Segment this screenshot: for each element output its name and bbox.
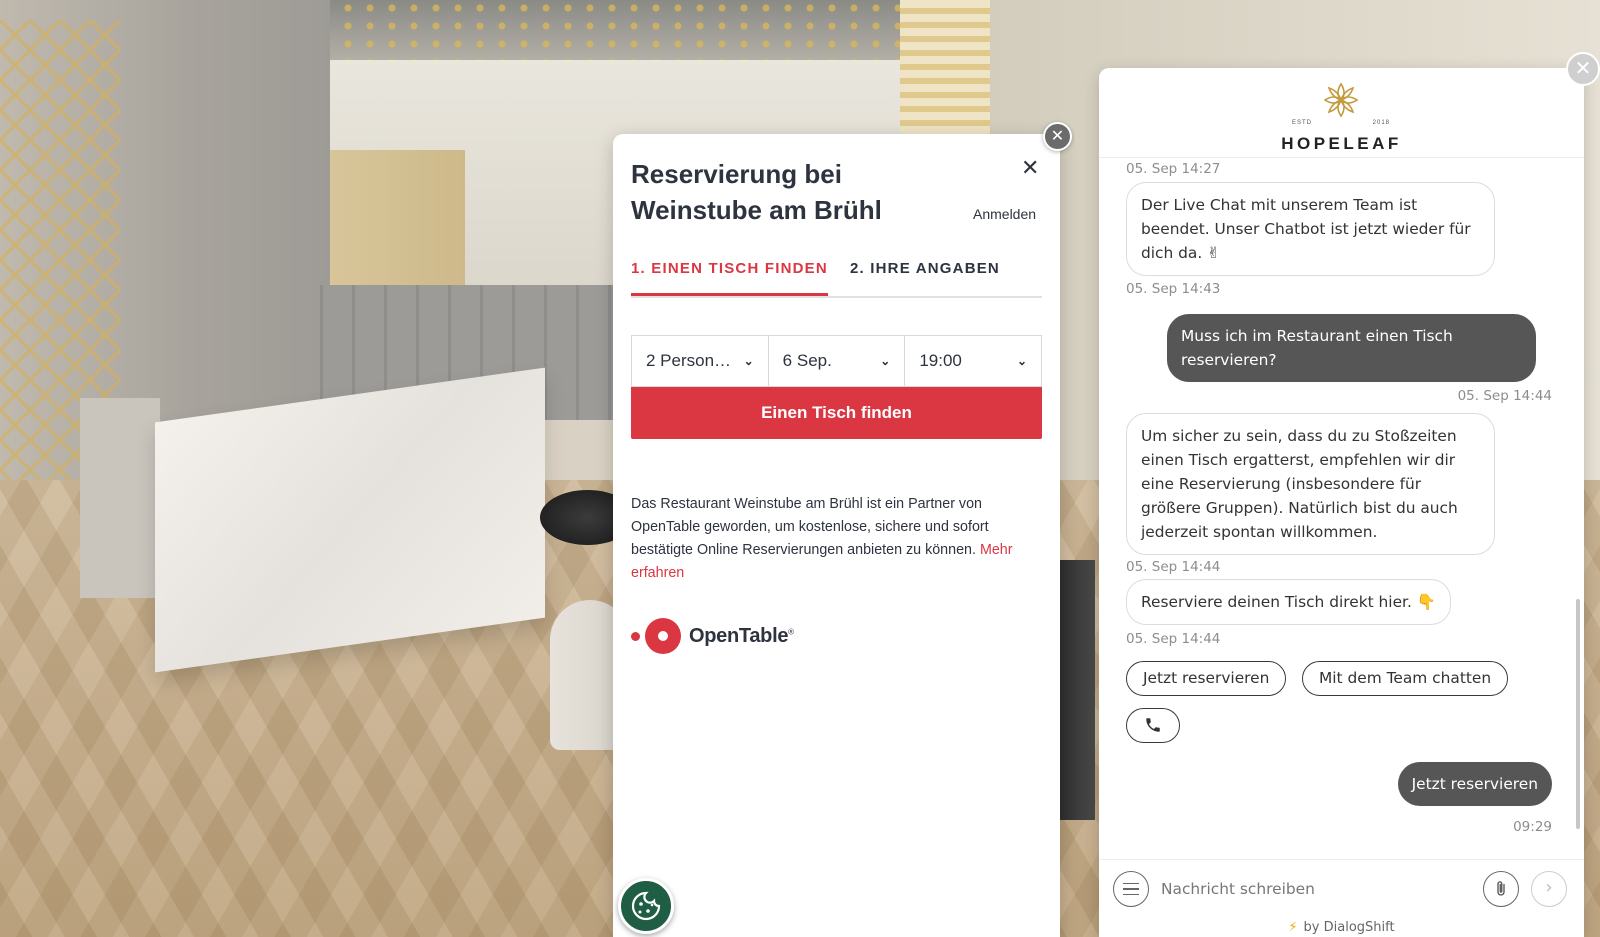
message-timestamp: 09:29	[1513, 819, 1552, 835]
message-timestamp: 05. Sep 14:27	[1126, 161, 1221, 177]
opentable-logo: OpenTable®	[631, 616, 794, 656]
attach-button[interactable]	[1483, 871, 1519, 907]
reservation-title: Reservierung bei Weinstube am Brühl	[631, 159, 882, 225]
find-table-button[interactable]: Einen Tisch finden	[631, 387, 1042, 439]
chair-leg	[1055, 560, 1095, 820]
paperclip-icon	[1497, 881, 1505, 896]
close-icon: ✕	[1574, 56, 1592, 80]
menu-icon	[1123, 882, 1139, 885]
date-select[interactable]: 6 Sep. ⌄	[769, 336, 906, 386]
quick-reply-call[interactable]	[1126, 708, 1180, 743]
party-size-select[interactable]: 2 Person… ⌄	[632, 336, 769, 386]
partner-info-text: Das Restaurant Weinstube am Brühl ist ei…	[631, 496, 989, 558]
reservation-selectors: 2 Person… ⌄ 6 Sep. ⌄ 19:00 ⌄	[631, 335, 1042, 387]
opentable-wordmark: OpenTable®	[689, 624, 794, 647]
date-value: 6 Sep.	[782, 351, 832, 370]
user-message: Jetzt reservieren	[1397, 762, 1552, 806]
quick-reply-team-chat[interactable]: Mit dem Team chatten	[1302, 661, 1509, 696]
quick-reply-reserve[interactable]: Jetzt reservieren	[1126, 661, 1287, 696]
time-select[interactable]: 19:00 ⌄	[905, 336, 1041, 386]
send-button[interactable]: ›	[1531, 871, 1567, 907]
bot-message: Um sicher zu sein, dass du zu Stoßzeiten…	[1126, 413, 1495, 555]
opentable-dot-icon	[631, 631, 640, 641]
time-value: 19:00	[919, 351, 962, 370]
message-timestamp: 05. Sep 14:43	[1126, 281, 1221, 297]
step-tabs: 1. EINEN TISCH FINDEN 2. IHRE ANGABEN	[631, 260, 1042, 298]
chat-composer: › ⚡by DialogShift	[1099, 859, 1584, 937]
chat-close-button[interactable]: ✕	[1566, 52, 1600, 86]
gold-panel	[325, 150, 465, 290]
hopeleaf-logo-icon	[1323, 82, 1359, 118]
logo-established: ESTD 2018	[1292, 120, 1390, 126]
chat-scrollbar[interactable]	[1576, 599, 1580, 829]
user-message: Muss ich im Restaurant einen Tisch reser…	[1167, 314, 1536, 382]
chat-menu-button[interactable]	[1113, 871, 1149, 907]
message-input[interactable]	[1161, 874, 1471, 904]
chat-widget: ESTD 2018 HOPELEAF 05. Sep 14:27 Der Liv…	[1099, 68, 1584, 937]
chevron-down-icon: ⌄	[1016, 354, 1028, 368]
chat-messages: 05. Sep 14:27 Der Live Chat mit unserem …	[1099, 159, 1584, 929]
brand-name: HOPELEAF	[1281, 134, 1402, 153]
close-icon: ✕	[1021, 156, 1040, 181]
overlay-close-button[interactable]: ✕	[1043, 122, 1072, 151]
powered-by: ⚡ by DialogShift	[1288, 920, 1395, 935]
bot-message: Der Live Chat mit unserem Team ist beend…	[1126, 182, 1495, 276]
close-icon: ✕	[1050, 126, 1065, 145]
message-timestamp: 05. Sep 14:44	[1457, 388, 1552, 404]
send-arrow-icon: ›	[1545, 877, 1553, 898]
chevron-down-icon: ⌄	[743, 354, 754, 368]
cookie-icon	[631, 891, 661, 921]
ceiling-pattern	[230, 0, 930, 62]
message-timestamp: 05. Sep 14:44	[1126, 559, 1221, 575]
chat-header: ESTD 2018 HOPELEAF	[1099, 68, 1584, 158]
login-link[interactable]: Anmelden	[973, 206, 1036, 222]
opentable-circle-icon	[645, 618, 681, 654]
counter-side	[80, 398, 160, 598]
phone-icon	[1146, 718, 1160, 732]
tab-find-table[interactable]: 1. EINEN TISCH FINDEN	[631, 260, 828, 296]
reservation-close-button[interactable]: ✕	[1021, 156, 1039, 181]
tab-your-details[interactable]: 2. IHRE ANGABEN	[850, 260, 1000, 293]
reservation-panel: Reservierung bei Weinstube am Brühl ✕ An…	[613, 134, 1060, 937]
chevron-down-icon: ⌄	[880, 354, 891, 368]
party-size-value: 2 Person…	[646, 351, 732, 370]
lightning-icon: ⚡	[1288, 920, 1298, 935]
message-timestamp: 05. Sep 14:44	[1126, 631, 1221, 647]
cookie-settings-button[interactable]	[618, 878, 674, 934]
partner-info: Das Restaurant Weinstube am Brühl ist ei…	[631, 493, 1046, 585]
bot-message: Reserviere deinen Tisch direkt hier. 👇	[1126, 579, 1451, 625]
